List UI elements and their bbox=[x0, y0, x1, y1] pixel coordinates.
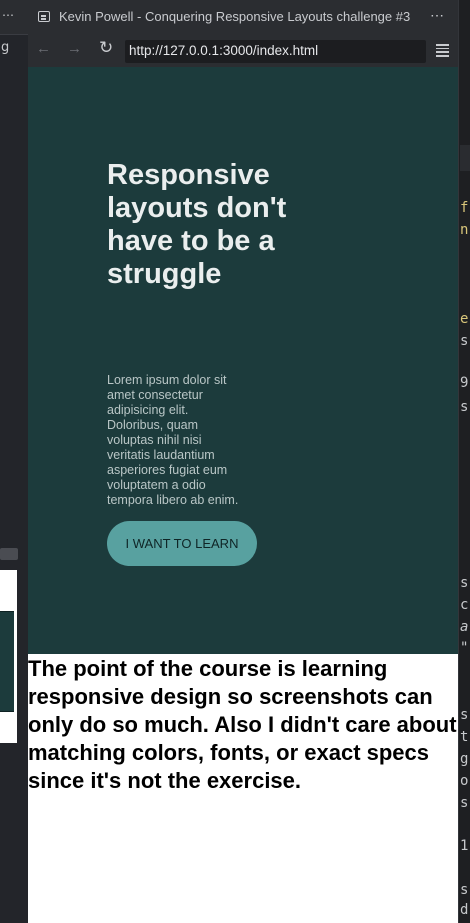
editor-char: 1 bbox=[460, 838, 469, 854]
menu-icon[interactable] bbox=[436, 44, 449, 57]
background-window-left: ⋯ g bbox=[0, 0, 28, 923]
editor-char: s bbox=[460, 399, 469, 415]
reload-icon[interactable]: ↻ bbox=[99, 38, 113, 58]
editor-char: s bbox=[460, 795, 469, 811]
editor-char: c bbox=[460, 597, 469, 613]
editor-char: o bbox=[460, 773, 469, 789]
editor-char: s bbox=[460, 882, 469, 898]
editor-char: a bbox=[460, 619, 469, 635]
background-titlebar: ⋯ bbox=[0, 0, 28, 35]
window-title: Kevin Powell - Conquering Responsive Lay… bbox=[59, 9, 411, 24]
url-text[interactable]: http://127.0.0.1:3000/index.html bbox=[129, 43, 318, 58]
background-partial-text: g bbox=[1, 40, 10, 55]
editor-char: f bbox=[460, 200, 469, 216]
background-chip bbox=[0, 548, 18, 560]
editor-char: " bbox=[460, 640, 469, 656]
hero-body-text: Lorem ipsum dolor sit amet consectetur a… bbox=[107, 373, 239, 507]
back-arrow-icon[interactable]: ← bbox=[36, 40, 51, 57]
note-text: The point of the course is learning resp… bbox=[28, 656, 457, 793]
editor-char: s bbox=[460, 333, 469, 349]
hero-section: Responsive layouts don't have to be a st… bbox=[28, 67, 458, 654]
editor-highlight bbox=[460, 145, 470, 171]
editor-char: g bbox=[460, 751, 469, 767]
more-icon[interactable]: ⋯ bbox=[430, 7, 445, 24]
background-panel-thumbnail bbox=[0, 611, 14, 712]
learn-button[interactable]: I WANT TO LEARN bbox=[107, 521, 257, 566]
browser-titlebar: Kevin Powell - Conquering Responsive Lay… bbox=[28, 0, 458, 34]
editor-char: s bbox=[460, 707, 469, 723]
background-more-icon: ⋯ bbox=[2, 8, 14, 22]
browser-window: Kevin Powell - Conquering Responsive Lay… bbox=[28, 0, 458, 923]
editor-char: n bbox=[460, 222, 469, 238]
forward-arrow-icon[interactable]: → bbox=[67, 40, 82, 57]
hero-title: Responsive layouts don't have to be a st… bbox=[107, 159, 287, 290]
browser-toolbar: ← → ↻ http://127.0.0.1:3000/index.html bbox=[28, 34, 458, 68]
editor-char: t bbox=[460, 729, 469, 745]
editor-char: d bbox=[460, 902, 469, 918]
address-bar[interactable]: http://127.0.0.1:3000/index.html bbox=[125, 40, 426, 63]
tab-icon bbox=[38, 11, 50, 22]
editor-char: s bbox=[460, 575, 469, 591]
editor-char: 9 bbox=[460, 375, 469, 391]
editor-char: e bbox=[460, 311, 469, 327]
